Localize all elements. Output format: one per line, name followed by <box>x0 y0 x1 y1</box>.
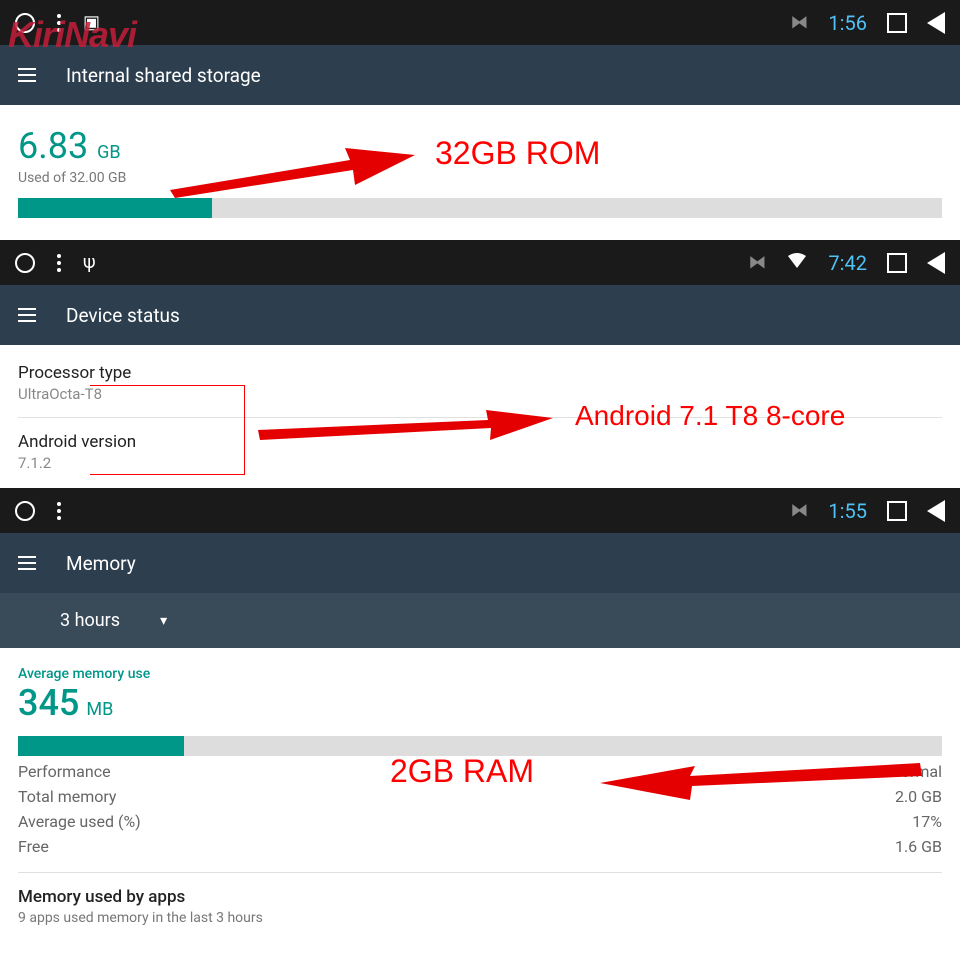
storage-header: Internal shared storage <box>0 45 960 105</box>
status-clock: 1:55 <box>828 499 867 523</box>
memory-title: Memory <box>66 552 136 575</box>
device-title: Device status <box>66 304 180 327</box>
bluetooth-icon: ⧓ <box>790 12 808 33</box>
bluetooth-icon: ⧓ <box>790 500 808 521</box>
memory-section: ⧓ 1:55 Memory 3 hours ▾ Average memory u… <box>0 488 960 944</box>
free-value: 1.6 GB <box>895 837 942 856</box>
storage-used-unit: GB <box>97 142 120 163</box>
back-icon[interactable] <box>927 252 945 274</box>
status-clock: 1:56 <box>828 11 867 35</box>
status-bar-1: ▣ ⧓ 1:56 <box>0 0 960 45</box>
usb-icon: ψ <box>83 252 96 273</box>
storage-progress-fill <box>18 198 212 218</box>
status-bar-3: ⧓ 1:55 <box>0 488 960 533</box>
avgpct-row: Average used (%) 17% <box>18 812 942 831</box>
recent-apps-icon[interactable] <box>887 13 907 33</box>
storage-progress <box>18 198 942 218</box>
total-row: Total memory 2.0 GB <box>18 787 942 806</box>
avgpct-label: Average used (%) <box>18 812 141 831</box>
wifi-icon <box>786 252 808 274</box>
apps-title: Memory used by apps <box>18 887 942 907</box>
red-box-annotation <box>90 385 245 475</box>
total-value: 2.0 GB <box>895 787 942 806</box>
memory-progress <box>18 736 942 756</box>
storage-used-value: 6.83 <box>18 125 88 167</box>
dots-icon <box>57 14 61 32</box>
memory-progress-fill <box>18 736 184 756</box>
perf-row: Performance Normal <box>18 762 942 781</box>
perf-value: Normal <box>889 762 942 781</box>
memory-dropdown[interactable]: 3 hours ▾ <box>0 593 960 648</box>
status-bar-2: ψ ⧓ 7:42 <box>0 240 960 285</box>
storage-title: Internal shared storage <box>66 64 261 87</box>
storage-section: ▣ ⧓ 1:56 Internal shared storage 6.83 GB… <box>0 0 960 236</box>
apps-subtitle: 9 apps used memory in the last 3 hours <box>18 910 942 926</box>
dropdown-value: 3 hours <box>60 610 120 631</box>
perf-label: Performance <box>18 762 111 781</box>
divider <box>18 872 942 873</box>
hamburger-icon[interactable] <box>18 308 36 322</box>
recent-apps-icon[interactable] <box>887 501 907 521</box>
processor-label: Processor type <box>18 363 942 383</box>
avg-memory-value: 345 <box>18 682 79 724</box>
hamburger-icon[interactable] <box>18 68 36 82</box>
dots-icon <box>57 502 61 520</box>
memory-body: Average memory use 345 MB Performance No… <box>0 648 960 944</box>
device-section: ψ ⧓ 7:42 Device status Processor type Ul… <box>0 240 960 484</box>
circle-icon <box>15 13 35 33</box>
circle-icon <box>15 501 35 521</box>
free-label: Free <box>18 837 49 856</box>
status-clock: 7:42 <box>828 251 867 275</box>
back-icon[interactable] <box>927 12 945 34</box>
recent-apps-icon[interactable] <box>887 253 907 273</box>
back-icon[interactable] <box>927 500 945 522</box>
dots-icon <box>57 254 61 272</box>
total-label: Total memory <box>18 787 117 806</box>
avg-memory-unit: MB <box>86 699 113 720</box>
device-header: Device status <box>0 285 960 345</box>
chevron-down-icon: ▾ <box>160 613 167 629</box>
bluetooth-icon: ⧓ <box>748 252 766 273</box>
avg-memory-label: Average memory use <box>18 666 942 682</box>
avgpct-value: 17% <box>912 812 942 831</box>
free-row: Free 1.6 GB <box>18 837 942 856</box>
storage-body: 6.83 GB Used of 32.00 GB <box>0 105 960 236</box>
circle-icon <box>15 253 35 273</box>
memory-header: Memory <box>0 533 960 593</box>
storage-total-label: Used of 32.00 GB <box>18 170 942 186</box>
image-notification-icon: ▣ <box>83 12 100 33</box>
hamburger-icon[interactable] <box>18 556 36 570</box>
